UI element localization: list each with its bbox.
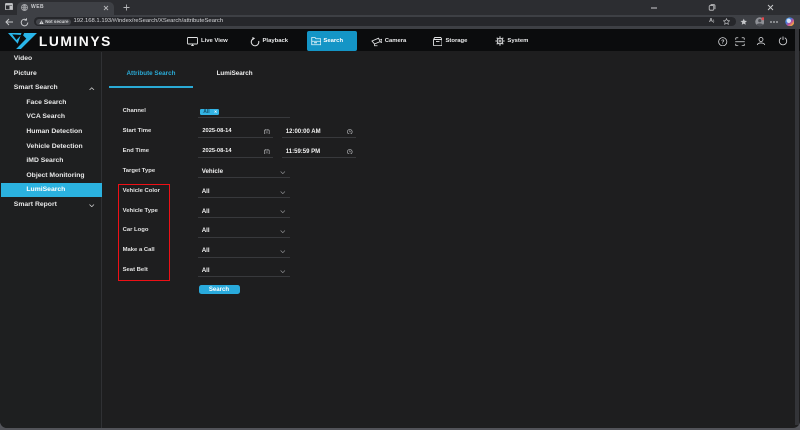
svg-text:?: ? [721,39,725,45]
